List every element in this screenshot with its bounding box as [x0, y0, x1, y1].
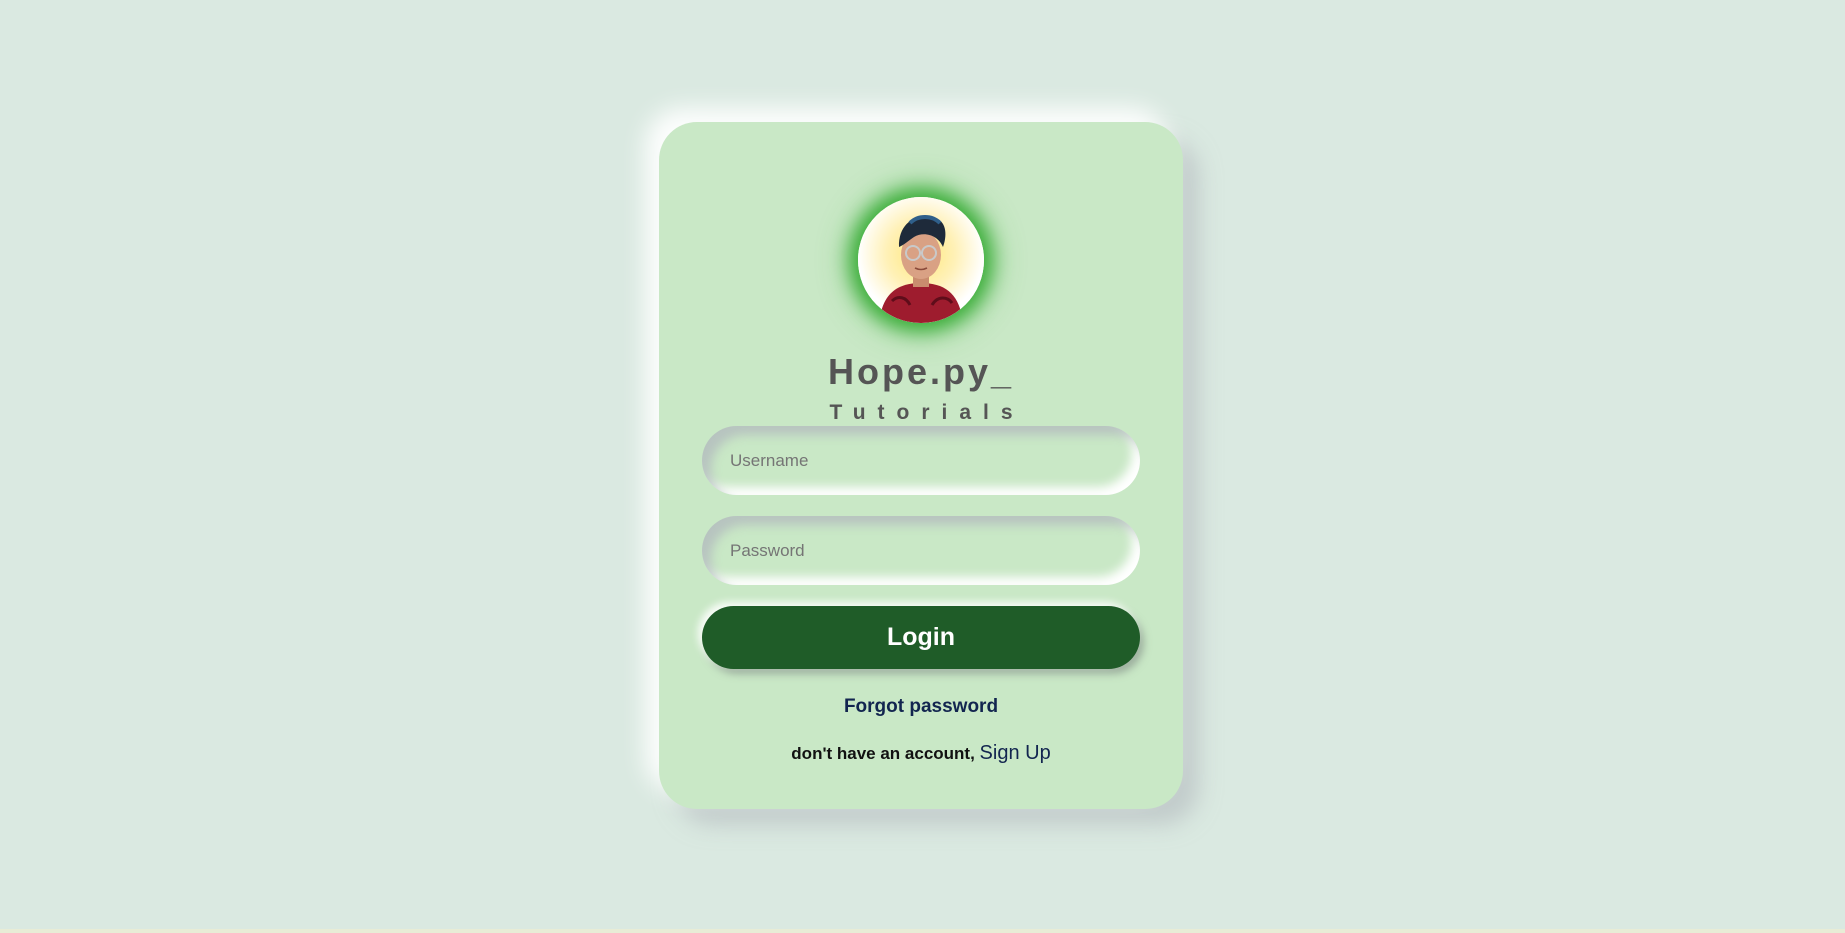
forgot-password-link[interactable]: Forgot password: [659, 696, 1183, 718]
login-button[interactable]: Login: [702, 606, 1140, 669]
brand-subtitle: Tutorials: [829, 401, 1025, 424]
avatar-photo: [858, 197, 984, 323]
username-input[interactable]: [702, 426, 1140, 495]
password-field-wrapper: [702, 516, 1140, 585]
bottom-divider: [0, 929, 1845, 933]
login-card: Hope.py_ Tutorials Login Forgot password…: [659, 122, 1183, 809]
avatar: [858, 197, 984, 323]
signup-prompt: don't have an account,: [791, 744, 980, 763]
signup-row: don't have an account, Sign Up: [659, 741, 1183, 767]
brand-title: Hope.py_: [827, 351, 1015, 392]
username-field-wrapper: [702, 426, 1140, 495]
signup-link[interactable]: Sign Up: [980, 742, 1051, 764]
password-input[interactable]: [702, 516, 1140, 585]
